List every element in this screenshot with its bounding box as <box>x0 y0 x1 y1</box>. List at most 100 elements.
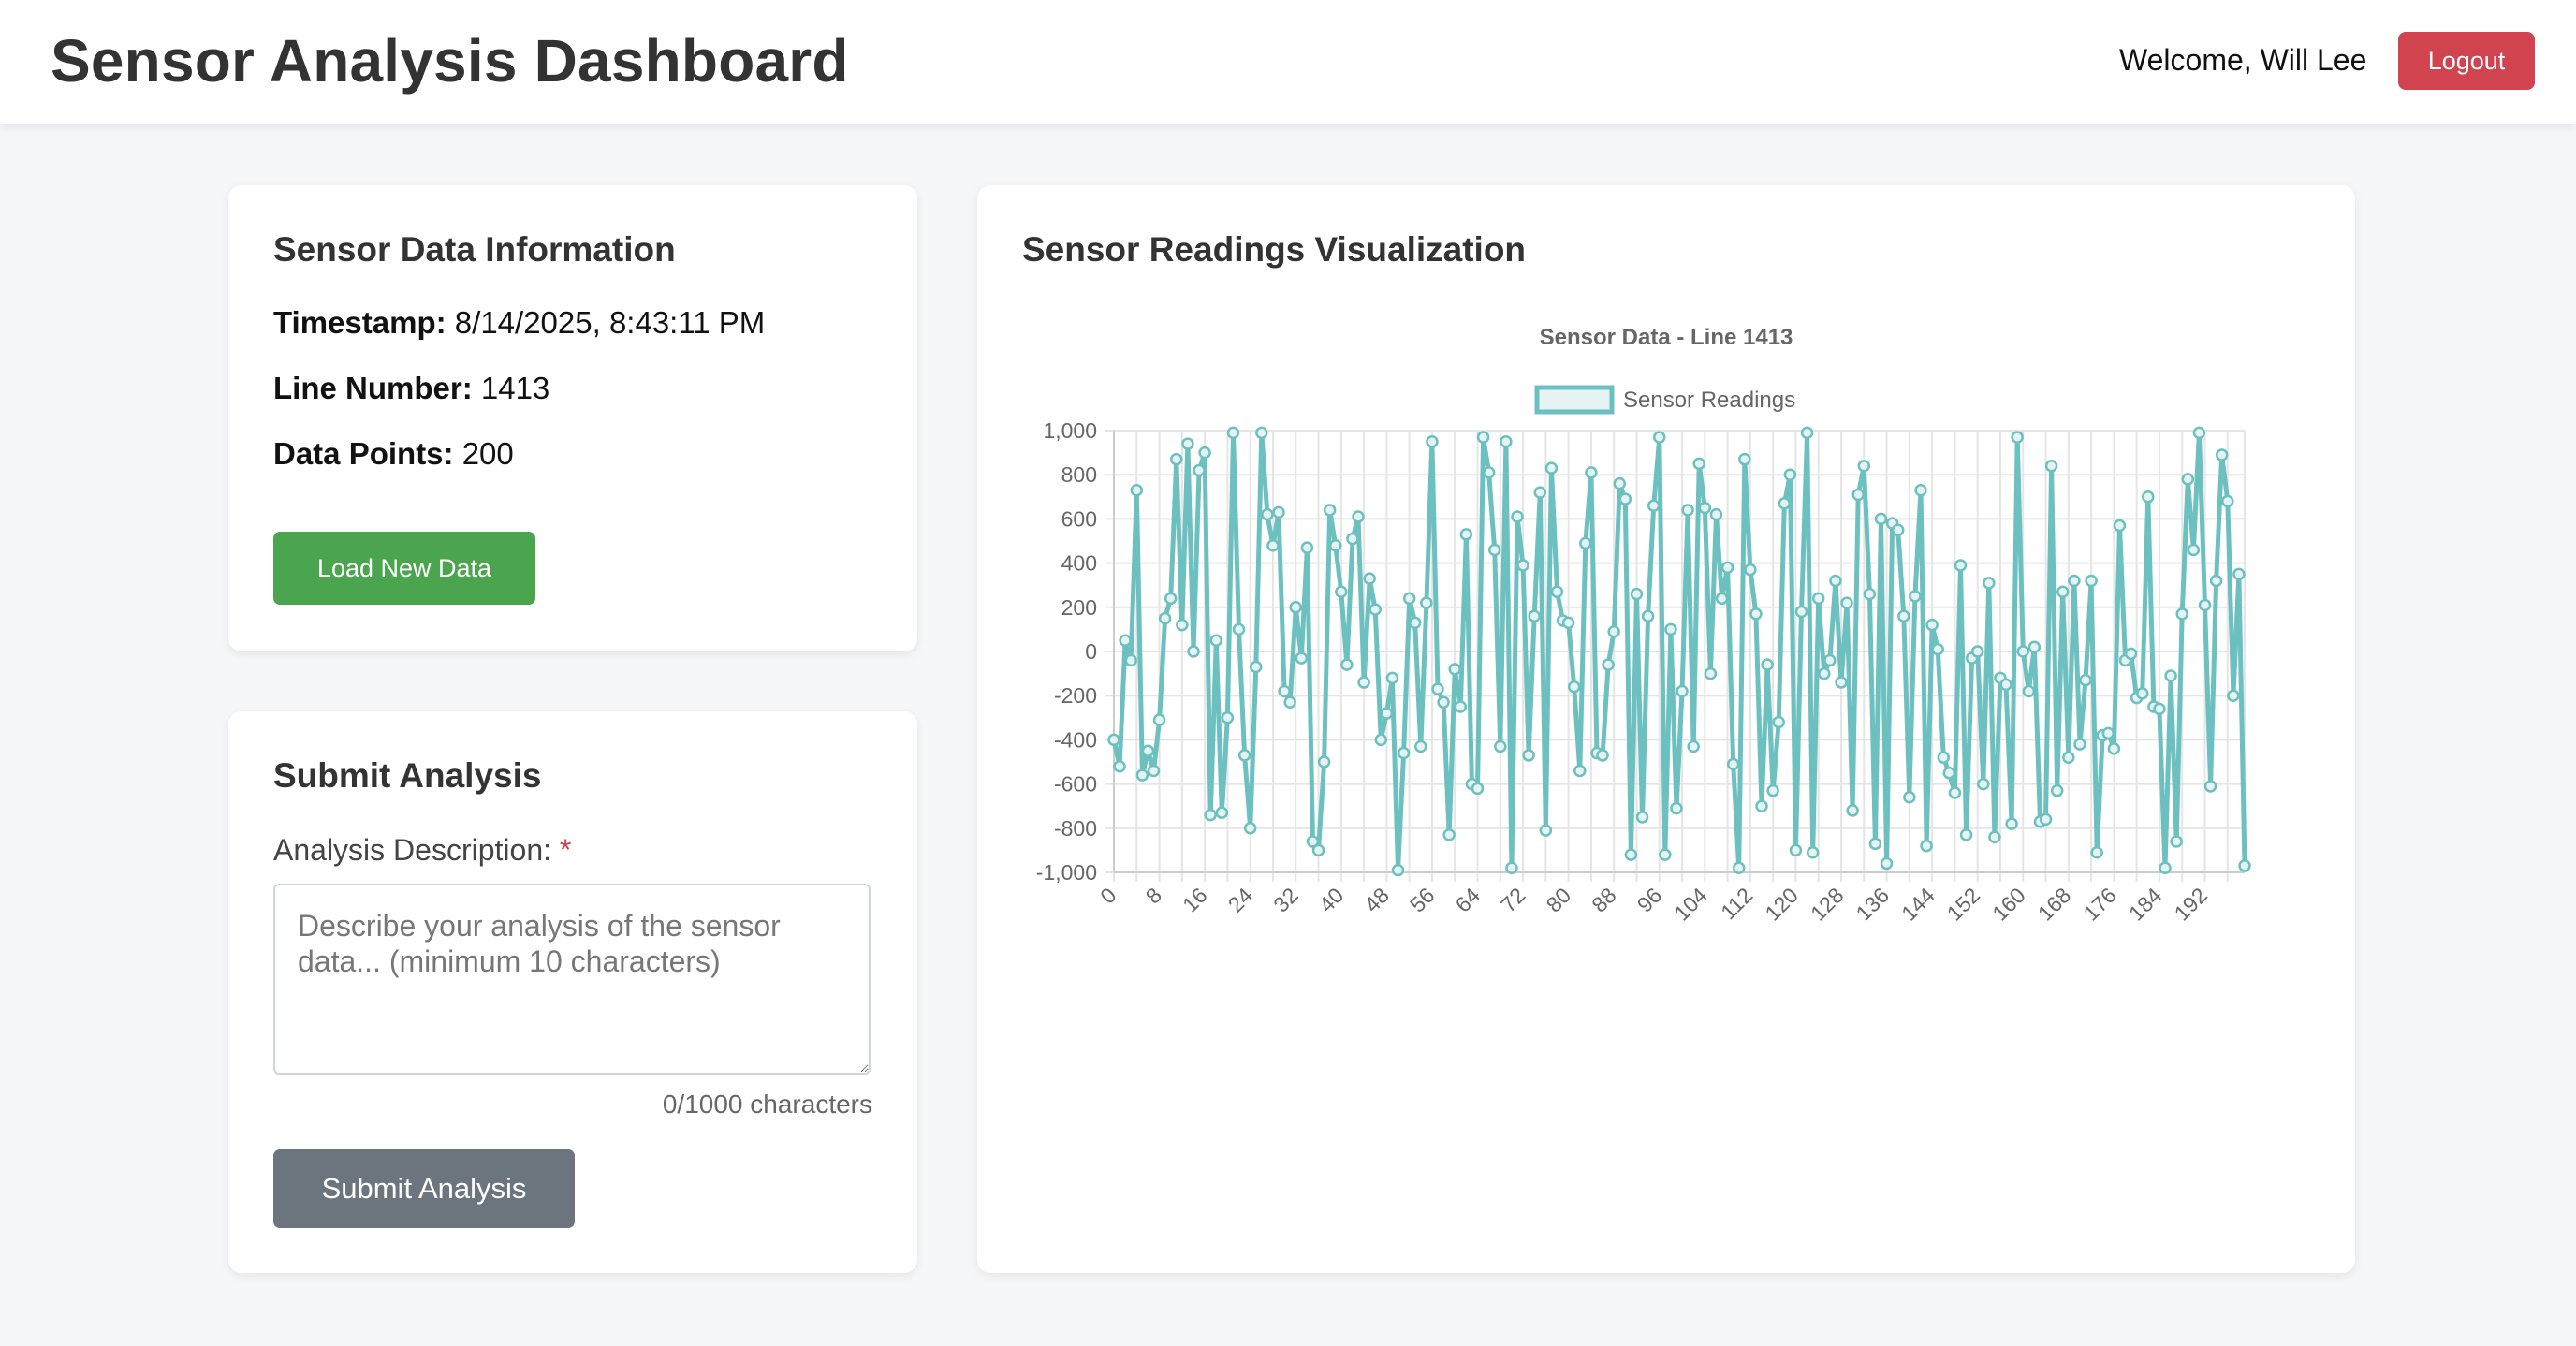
data-point[interactable] <box>1602 658 1615 671</box>
data-point[interactable] <box>1420 596 1433 609</box>
data-point[interactable] <box>1585 466 1598 479</box>
data-point[interactable] <box>1914 483 1927 497</box>
data-point[interactable] <box>1283 695 1296 710</box>
data-point[interactable] <box>1487 543 1501 557</box>
data-point[interactable] <box>1311 843 1325 857</box>
data-point[interactable] <box>2209 574 2223 588</box>
data-point[interactable] <box>2056 585 2070 599</box>
data-point[interactable] <box>1408 616 1422 630</box>
data-point[interactable] <box>1119 634 1132 647</box>
data-point[interactable] <box>1755 799 1768 812</box>
data-point[interactable] <box>1607 625 1620 638</box>
data-point[interactable] <box>1794 605 1808 619</box>
data-point[interactable] <box>1522 749 1535 762</box>
data-point[interactable] <box>1215 806 1229 820</box>
data-point[interactable] <box>1732 861 1746 875</box>
data-point[interactable] <box>1335 585 1348 599</box>
data-point[interactable] <box>2238 859 2251 872</box>
data-point[interactable] <box>1471 782 1485 796</box>
data-point[interactable] <box>1715 592 1729 606</box>
data-point[interactable] <box>1983 577 1996 590</box>
data-point[interactable] <box>2085 574 2098 588</box>
data-point[interactable] <box>1852 488 1865 502</box>
data-point[interactable] <box>1426 435 1439 448</box>
data-point[interactable] <box>2011 431 2024 444</box>
load-new-data-button[interactable]: Load New Data <box>273 532 535 605</box>
data-point[interactable] <box>1340 658 1354 671</box>
data-point[interactable] <box>2062 751 2075 765</box>
data-point[interactable] <box>1255 426 1268 440</box>
data-point[interactable] <box>1476 431 1490 444</box>
data-point[interactable] <box>2090 846 2103 859</box>
data-point[interactable] <box>1437 695 1450 710</box>
data-point[interactable] <box>1744 563 1757 577</box>
data-point[interactable] <box>1857 460 1871 473</box>
data-point[interactable] <box>1977 777 1990 791</box>
data-point[interactable] <box>2170 835 2183 848</box>
chart-legend[interactable]: Sensor Readings <box>1534 385 1795 415</box>
data-point[interactable] <box>1988 830 2001 843</box>
data-point[interactable] <box>1863 587 1877 601</box>
data-point[interactable] <box>1761 658 1774 671</box>
data-point[interactable] <box>2016 645 2030 658</box>
data-point[interactable] <box>1970 645 1984 658</box>
data-point[interactable] <box>1937 751 1951 765</box>
data-point[interactable] <box>2142 490 2155 504</box>
data-point[interactable] <box>1113 759 1126 773</box>
data-point[interactable] <box>1749 607 1763 621</box>
data-point[interactable] <box>2027 640 2042 654</box>
data-point[interactable] <box>1925 618 1939 632</box>
data-point[interactable] <box>1766 783 1779 797</box>
data-point[interactable] <box>1442 828 1456 841</box>
data-point[interactable] <box>1704 666 1718 680</box>
data-point[interactable] <box>1664 622 1677 636</box>
data-point[interactable] <box>1176 618 1189 632</box>
data-point[interactable] <box>2203 780 2217 793</box>
data-point[interactable] <box>2044 460 2058 473</box>
data-point[interactable] <box>1959 828 1973 841</box>
data-point[interactable] <box>1868 837 1882 851</box>
data-point[interactable] <box>1999 678 2012 692</box>
data-point[interactable] <box>1789 843 1803 857</box>
data-point[interactable] <box>1374 733 1388 747</box>
data-point[interactable] <box>1539 824 1553 837</box>
data-point[interactable] <box>2039 812 2053 827</box>
data-point[interactable] <box>2073 738 2086 751</box>
data-point[interactable] <box>1368 603 1382 616</box>
data-point[interactable] <box>1579 536 1592 550</box>
data-point[interactable] <box>1511 510 1524 523</box>
data-point[interactable] <box>1295 651 1309 665</box>
data-point[interactable] <box>2198 598 2212 612</box>
data-point[interactable] <box>2232 567 2246 581</box>
data-point[interactable] <box>1226 426 1240 440</box>
data-point[interactable] <box>1670 801 1683 815</box>
data-point[interactable] <box>1846 804 1859 817</box>
data-point[interactable] <box>1328 538 1342 552</box>
data-point[interactable] <box>2113 519 2127 533</box>
data-point[interactable] <box>1550 585 1564 599</box>
data-point[interactable] <box>2227 689 2240 702</box>
data-point[interactable] <box>1124 653 1137 667</box>
data-point[interactable] <box>1567 680 1581 694</box>
data-point[interactable] <box>1363 572 1376 585</box>
data-point[interactable] <box>1874 512 1888 526</box>
data-point[interactable] <box>1397 746 1411 760</box>
data-point[interactable] <box>1811 592 1825 606</box>
data-point[interactable] <box>1300 541 1314 554</box>
data-point[interactable] <box>1533 486 1547 499</box>
data-point[interactable] <box>1624 848 1638 861</box>
data-point[interactable] <box>1829 574 1842 588</box>
data-point[interactable] <box>2181 473 2195 486</box>
data-point[interactable] <box>2005 817 2018 830</box>
data-point[interactable] <box>1357 676 1370 689</box>
data-point[interactable] <box>1505 861 1518 875</box>
data-point[interactable] <box>1681 504 1694 517</box>
data-point[interactable] <box>1903 791 1916 804</box>
data-point[interactable] <box>1209 634 1223 647</box>
data-point[interactable] <box>1709 507 1723 521</box>
data-point[interactable] <box>1380 707 1394 720</box>
data-point[interactable] <box>1726 757 1740 771</box>
data-point[interactable] <box>1431 682 1444 695</box>
data-point[interactable] <box>2159 861 2172 875</box>
data-point[interactable] <box>1494 739 1507 753</box>
